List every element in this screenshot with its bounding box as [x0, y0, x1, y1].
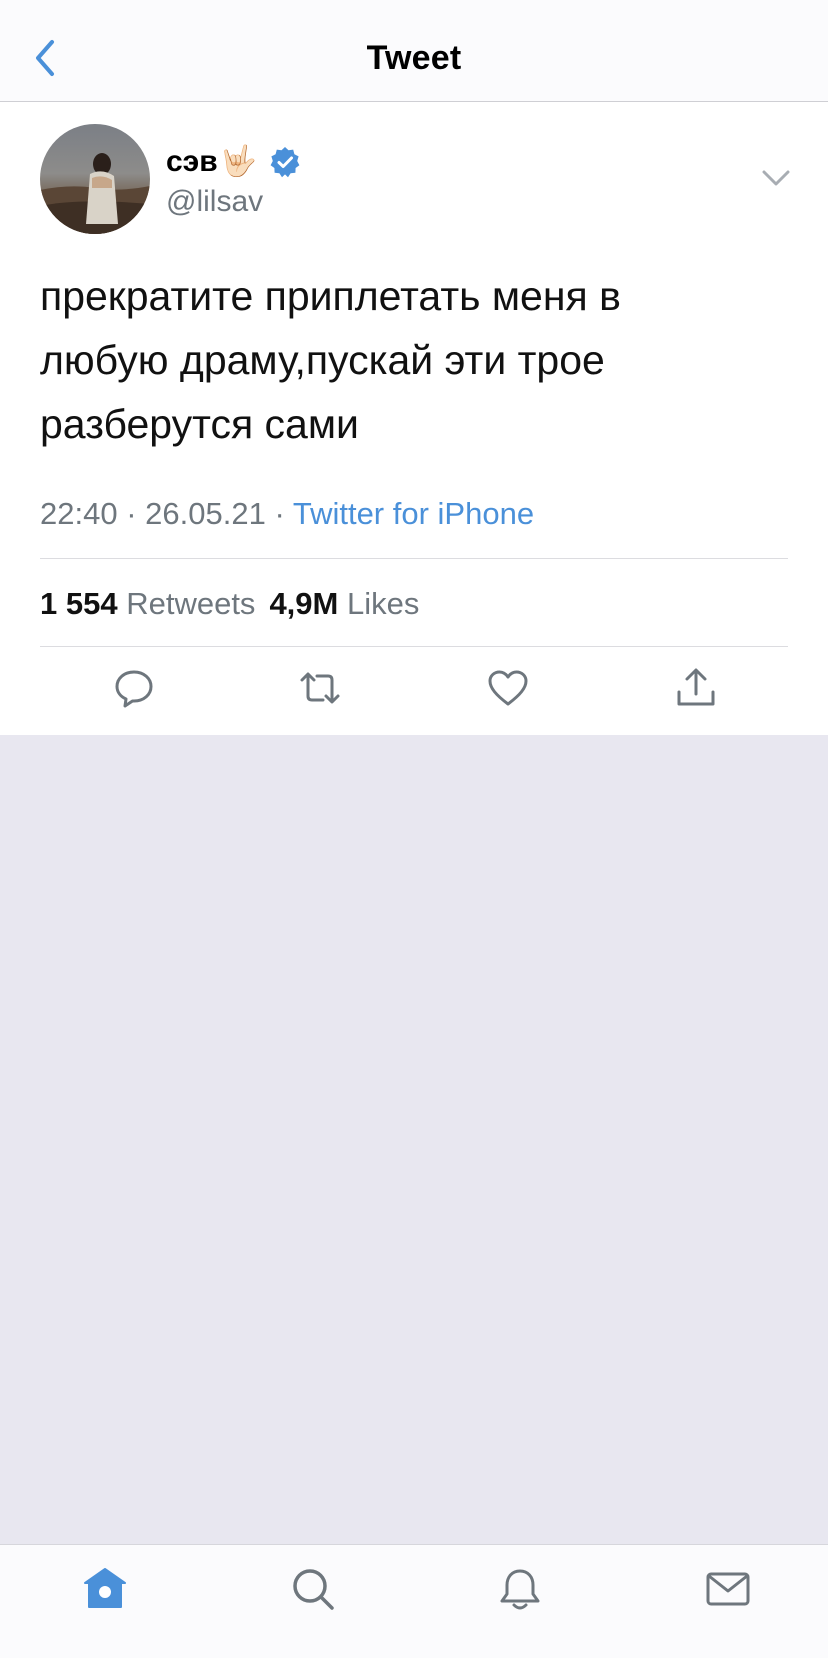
tweet-metadata: 22:40 · 26.05.21 · Twitter for iPhone [40, 494, 534, 534]
tweet-date: 26.05.21 [145, 496, 266, 531]
tab-messages[interactable] [704, 1565, 752, 1613]
top-navigation-bar: Tweet [0, 0, 828, 102]
avatar[interactable] [40, 124, 150, 234]
likes-stat[interactable]: 4,9M Likes [269, 586, 419, 621]
reply-icon [115, 670, 153, 708]
home-icon [84, 1568, 126, 1608]
verified-badge-icon [270, 147, 300, 178]
page-title: Tweet [366, 39, 462, 77]
heart-icon [488, 670, 528, 706]
avatar-photo [40, 124, 150, 234]
bottom-tab-bar [0, 1544, 828, 1658]
tab-home[interactable] [81, 1565, 129, 1613]
likes-count: 4,9M [269, 586, 339, 621]
retweets-label: Retweets [126, 586, 256, 621]
retweets-stat[interactable]: 1 554 Retweets [40, 586, 255, 621]
tweet-stats: 1 554 Retweets 4,9M Likes [40, 584, 419, 624]
more-options-button[interactable] [760, 164, 792, 192]
retweets-count: 1 554 [40, 586, 118, 621]
tab-notifications[interactable] [496, 1565, 544, 1613]
retweet-button[interactable] [298, 666, 342, 710]
meta-separator: · [126, 496, 137, 531]
author-display-name[interactable]: сэв [166, 142, 218, 182]
reply-button[interactable] [112, 666, 156, 710]
tweet-text: прекратите приплетать меня в любую драму… [40, 273, 621, 447]
author-handle[interactable]: @lilsav [166, 182, 263, 222]
bell-icon [500, 1569, 540, 1610]
tweet-time: 22:40 [40, 496, 118, 531]
retweet-icon [300, 672, 340, 704]
tweet-source-link[interactable]: Twitter for iPhone [293, 496, 534, 531]
divider [40, 646, 788, 647]
meta-separator: · [274, 496, 285, 531]
search-icon [293, 1569, 334, 1610]
divider [40, 558, 788, 559]
envelope-icon [706, 1572, 750, 1606]
tweet-detail: сэв 🤟🏻 @lilsav прекратите приплетать мен… [0, 102, 828, 735]
share-icon [677, 668, 715, 706]
like-button[interactable] [486, 666, 530, 710]
author-name-row: сэв 🤟🏻 [166, 142, 301, 182]
tab-search[interactable] [289, 1565, 337, 1613]
chevron-down-icon [762, 170, 790, 186]
name-emoji: 🤟🏻 [219, 145, 258, 178]
share-button[interactable] [674, 666, 718, 710]
likes-label: Likes [346, 586, 420, 621]
